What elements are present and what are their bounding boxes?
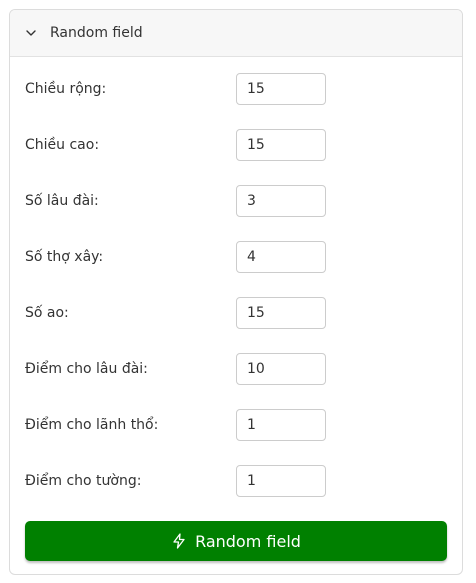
panel-header[interactable]: Random field	[10, 10, 462, 57]
wall-points-input[interactable]	[236, 465, 326, 497]
territory-points-input[interactable]	[236, 409, 326, 441]
field-row-territory-points: Điểm cho lãnh thổ:	[25, 409, 445, 441]
height-input[interactable]	[236, 129, 326, 161]
castle-points-input[interactable]	[236, 353, 326, 385]
field-label-wall-points: Điểm cho tường:	[25, 473, 142, 489]
builders-input[interactable]	[236, 241, 326, 273]
field-label-castle-points: Điểm cho lâu đài:	[25, 361, 148, 377]
field-row-ponds: Số ao:	[25, 297, 445, 329]
field-label-territory-points: Điểm cho lãnh thổ:	[25, 417, 159, 433]
ponds-input[interactable]	[236, 297, 326, 329]
random-field-button[interactable]: Random field	[25, 521, 447, 561]
field-label-height: Chiều cao:	[25, 137, 100, 153]
field-row-castles: Số lâu đài:	[25, 185, 445, 217]
chevron-down-icon	[24, 26, 38, 40]
width-input[interactable]	[236, 73, 326, 105]
panel-title: Random field	[50, 25, 143, 41]
field-label-castles: Số lâu đài:	[25, 193, 99, 209]
castles-input[interactable]	[236, 185, 326, 217]
random-field-button-label: Random field	[195, 531, 301, 551]
field-row-builders: Số thợ xây:	[25, 241, 445, 273]
field-row-castle-points: Điểm cho lâu đài:	[25, 353, 445, 385]
field-row-wall-points: Điểm cho tường:	[25, 465, 445, 497]
lightning-bolt-icon	[171, 533, 187, 549]
field-row-width: Chiều rộng:	[25, 73, 445, 105]
field-row-height: Chiều cao:	[25, 129, 445, 161]
field-label-builders: Số thợ xây:	[25, 249, 104, 265]
field-label-ponds: Số ao:	[25, 305, 69, 321]
field-label-width: Chiều rộng:	[25, 81, 107, 97]
random-field-panel: Random field Chiều rộng: Chiều cao: Số l…	[9, 9, 463, 575]
